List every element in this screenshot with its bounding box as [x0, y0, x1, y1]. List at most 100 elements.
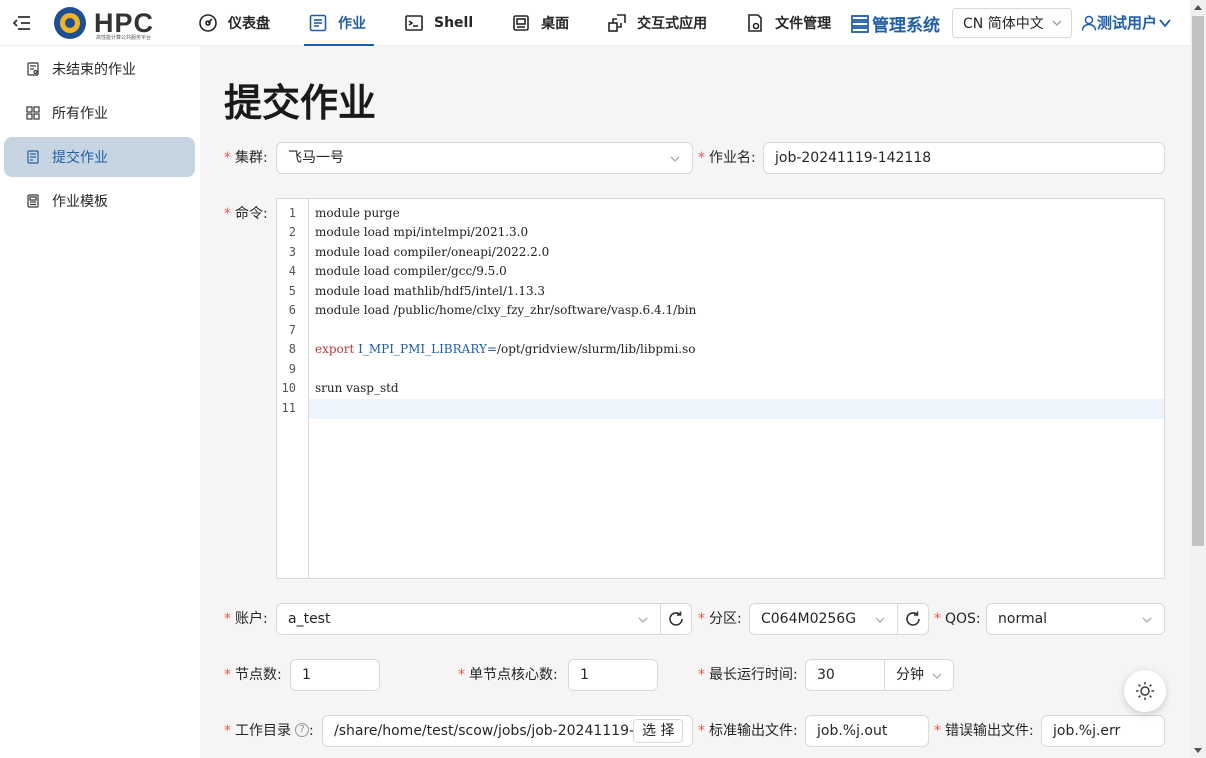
server-icon	[851, 14, 869, 33]
submit-job-icon	[27, 150, 39, 164]
page-scrollbar[interactable]	[1190, 0, 1206, 758]
workdir-label: * 工作目录?:	[224, 715, 314, 747]
job-name-input[interactable]: job-20241119-142118	[763, 142, 1165, 174]
line-number: 10	[281, 381, 296, 395]
user-name: 测试用户	[1097, 14, 1158, 32]
label-colon: :	[309, 723, 314, 739]
qos-select[interactable]: normal	[986, 603, 1165, 635]
account-refresh-button[interactable]	[660, 603, 692, 635]
partition-select[interactable]: C064M0256G	[749, 603, 898, 635]
workdir-label-text: 工作目录	[235, 723, 291, 739]
current-line-highlight	[277, 399, 1164, 419]
menu-collapse-icon[interactable]	[11, 12, 33, 34]
nav-jobs[interactable]: 作业	[296, 0, 378, 46]
job-name-value: job-20241119-142118	[775, 150, 932, 166]
nav-desktop[interactable]: 桌面	[499, 0, 581, 46]
required-mark: *	[698, 667, 705, 683]
code-line: module load mathlib/hdf5/intel/1.13.3	[315, 283, 546, 298]
cluster-select[interactable]: 飞马一号	[276, 142, 693, 174]
qos-label-text: QOS:	[945, 611, 981, 627]
admin-label: 管理系统	[872, 16, 940, 36]
workdir-select-button[interactable]: 选 择	[633, 719, 684, 743]
main-content: 提交作业 * 集群: 飞马一号 * 作业名: job-20241119-142118…	[200, 46, 1190, 758]
account-label: * 账户:	[224, 603, 268, 635]
required-mark: *	[458, 667, 465, 683]
chevron-down-icon	[670, 156, 680, 162]
nav-file-manager[interactable]: 文件管理	[733, 0, 843, 46]
nav-label: 交互式应用	[637, 16, 708, 32]
stdout-label: * 标准输出文件:	[698, 715, 798, 747]
line-number: 5	[288, 283, 296, 298]
language-select[interactable]: CN 简体中文	[952, 8, 1072, 38]
nodes-input[interactable]: 1	[290, 659, 380, 691]
stdout-value: job.%j.out	[817, 723, 888, 739]
sidebar-item-submit-job[interactable]: 提交作业	[4, 137, 195, 177]
command-label: * 命令:	[224, 198, 268, 230]
cores-label-text: 单节点核心数:	[469, 667, 558, 683]
nav-dashboard[interactable]: 仪表盘	[186, 0, 282, 46]
sidebar-item-label: 作业模板	[52, 194, 108, 210]
chevron-down-icon	[1142, 617, 1152, 623]
scroll-up-arrow-icon[interactable]	[1194, 5, 1202, 10]
job-name-label: * 作业名:	[698, 142, 756, 174]
cores-input[interactable]: 1	[568, 659, 658, 691]
hpc-logo[interactable]: HPC 高性能计算公共服务平台	[54, 6, 158, 41]
user-menu[interactable]: 测试用户	[1081, 12, 1173, 33]
line-number: 7	[288, 322, 296, 337]
template-icon	[27, 194, 39, 208]
code-line: module load compiler/oneapi/2022.2.0	[315, 244, 550, 259]
nav-shell[interactable]: Shell	[392, 0, 485, 46]
code-line: module load /public/home/clxy_fzy_zhr/so…	[315, 303, 697, 317]
sidebar-item-label: 未结束的作业	[52, 62, 136, 78]
line-number: 3	[288, 244, 296, 259]
stderr-label-text: 错误输出文件:	[945, 723, 1034, 739]
desktop-icon	[513, 15, 529, 31]
theme-toggle-button[interactable]	[1124, 670, 1166, 712]
required-mark: *	[934, 723, 941, 739]
code-value: /opt/gridview/slurm/lib/libpmi.so	[496, 342, 696, 356]
refresh-icon	[906, 611, 920, 626]
partition-refresh-button[interactable]	[897, 603, 929, 635]
scroll-thumb[interactable]	[1192, 16, 1204, 546]
logo-text: HPC	[94, 8, 155, 38]
sidebar-item-all-jobs[interactable]: 所有作业	[4, 93, 195, 133]
all-jobs-icon	[26, 106, 40, 120]
nav-interactive-apps[interactable]: 交互式应用	[595, 0, 719, 46]
stderr-input[interactable]: job.%j.err	[1041, 715, 1165, 747]
chevron-down-icon	[875, 617, 885, 623]
terminal-icon	[405, 15, 423, 31]
job-list-icon	[309, 14, 327, 32]
max-time-label: * 最长运行时间:	[698, 659, 798, 691]
scroll-down-arrow-icon[interactable]	[1194, 748, 1202, 753]
time-unit-value: 分钟	[896, 667, 924, 683]
running-jobs-icon	[27, 62, 39, 76]
account-label-text: 账户:	[235, 611, 268, 627]
account-select[interactable]: a_test	[276, 603, 661, 635]
code-line: module load mpi/intelmpi/2021.3.0	[315, 225, 529, 239]
cores-label: * 单节点核心数:	[458, 659, 558, 691]
stdout-input[interactable]: job.%j.out	[805, 715, 929, 747]
apps-icon	[608, 14, 626, 32]
required-mark: *	[224, 611, 231, 627]
required-mark: *	[698, 723, 705, 739]
max-time-input[interactable]: 30	[805, 659, 885, 691]
page-title: 提交作业	[224, 81, 377, 125]
line-number: 1	[288, 205, 296, 220]
nodes-value: 1	[302, 667, 311, 683]
sidebar-item-job-templates[interactable]: 作业模板	[4, 181, 195, 221]
command-editor[interactable]: 1 2 3 4 5 6 7 8 9 10 11 module purge mod…	[276, 198, 1165, 579]
nav-label: 作业	[338, 16, 366, 32]
command-label-text: 命令:	[235, 206, 268, 222]
time-unit-select[interactable]: 分钟	[884, 659, 954, 691]
admin-system-link[interactable]: 管理系统	[850, 11, 940, 36]
cores-value: 1	[580, 667, 589, 683]
refresh-icon	[669, 611, 683, 626]
line-number: 4	[288, 264, 296, 278]
help-icon[interactable]: ?	[295, 723, 309, 737]
nodes-label: * 节点数:	[224, 659, 282, 691]
required-mark: *	[934, 611, 941, 627]
language-value: CN 简体中文	[963, 16, 1044, 32]
code-line: srun vasp_std	[315, 381, 399, 395]
nav-label: 仪表盘	[228, 16, 270, 32]
sidebar-item-running-jobs[interactable]: 未结束的作业	[4, 49, 195, 89]
